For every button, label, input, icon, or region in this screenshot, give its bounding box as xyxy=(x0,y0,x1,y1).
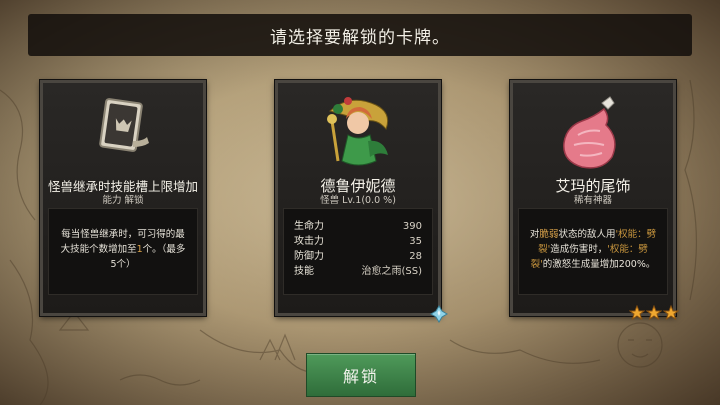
card-subtitle: 稀有神器 xyxy=(573,195,612,206)
skill-card-icon xyxy=(93,93,153,167)
star-icon xyxy=(663,305,679,321)
card-subtitle: 能力 解锁 xyxy=(102,195,144,206)
card-artifact-tail[interactable]: 艾玛的尾饰 稀有神器 对脆弱状态的敌人用'权能：劈裂'造成伤害时，'权能：劈裂'… xyxy=(510,80,679,321)
star-icon xyxy=(629,305,645,321)
stat-row-defense: 防御力 28 xyxy=(294,251,422,262)
card-description-panel: 每当怪兽继承时，可习得的最大技能个数增加至1个。（最多5个） xyxy=(48,208,198,295)
card-ability-unlock[interactable]: 怪兽继承时技能槽上限增加 能力 解锁 每当怪兽继承时，可习得的最大技能个数增加至… xyxy=(40,80,206,316)
diamond-gem-icon xyxy=(430,305,448,323)
tail-ornament-icon xyxy=(558,95,628,175)
stat-row-attack: 攻击力 35 xyxy=(294,236,422,247)
druid-portrait xyxy=(318,91,398,175)
instruction-banner: 请选择要解锁的卡牌。 xyxy=(28,14,692,56)
unlock-button[interactable]: 解锁 xyxy=(306,353,416,397)
star-icon xyxy=(646,305,662,321)
card-subtitle: 怪兽 Lv.1(0.0 %) xyxy=(320,195,396,206)
rarity-stars xyxy=(629,305,679,321)
card-description: 对脆弱状态的敌人用'权能：劈裂'造成伤害时，'权能：劈裂'的激怒生成量增加200… xyxy=(529,229,657,270)
card-stats-panel: 生命力 390 攻击力 35 防御力 28 技能 治愈之雨(SS) xyxy=(283,208,433,295)
card-description-panel: 对脆弱状态的敌人用'权能：劈裂'造成伤害时，'权能：劈裂'的激怒生成量增加200… xyxy=(518,208,668,295)
unlock-button-label: 解锁 xyxy=(342,367,379,386)
card-monster-druid[interactable]: 德鲁伊妮德 怪兽 Lv.1(0.0 %) 生命力 390 攻击力 35 防御力 28 … xyxy=(275,80,448,323)
card-description: 每当怪兽继承时，可习得的最大技能个数增加至1个。（最多5个） xyxy=(60,229,186,270)
instruction-text: 请选择要解锁的卡牌。 xyxy=(270,27,450,48)
stat-row-skill: 技能 治愈之雨(SS) xyxy=(294,266,422,277)
stat-row-hp: 生命力 390 xyxy=(294,221,422,232)
